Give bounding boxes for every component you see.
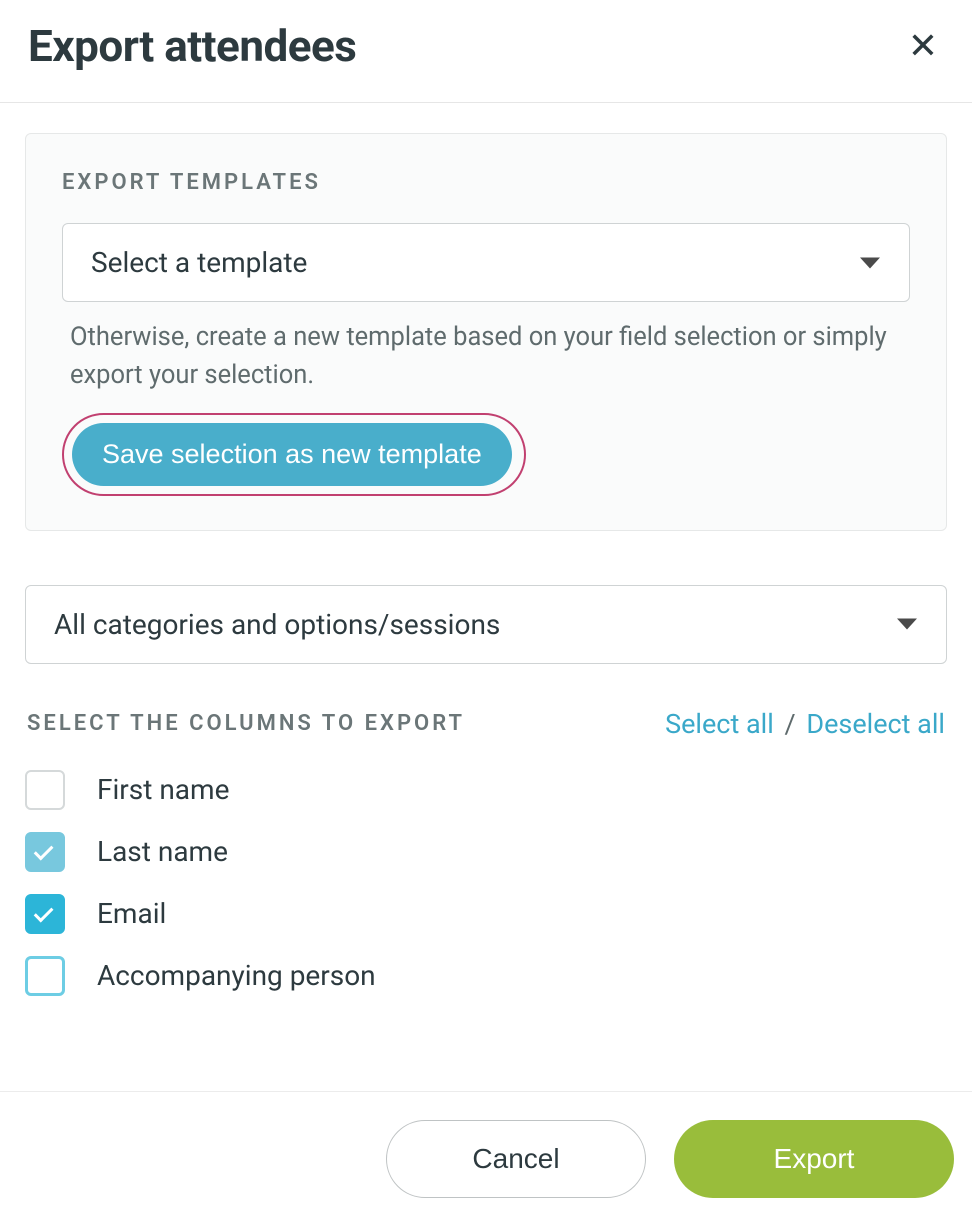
template-select[interactable]: Select a template: [62, 223, 910, 302]
checkbox-label: Last name: [97, 835, 228, 868]
select-actions: Select all / Deselect all: [665, 708, 945, 740]
checkbox-last-name[interactable]: [25, 832, 65, 872]
save-template-button[interactable]: Save selection as new template: [72, 423, 512, 486]
export-templates-heading: EXPORT TEMPLATES: [62, 170, 910, 195]
category-select[interactable]: All categories and options/sessions: [25, 585, 947, 664]
column-option-last-name: Last name: [25, 832, 947, 872]
template-helper-text: Otherwise, create a new template based o…: [70, 318, 910, 395]
cancel-button[interactable]: Cancel: [386, 1120, 646, 1198]
checkbox-label: Accompanying person: [97, 959, 376, 992]
caret-down-icon: [860, 257, 880, 268]
checkbox-label: First name: [97, 773, 229, 806]
export-button[interactable]: Export: [674, 1120, 954, 1198]
category-select-value: All categories and options/sessions: [54, 608, 500, 641]
checkbox-email[interactable]: [25, 894, 65, 934]
checkbox-label: Email: [97, 897, 166, 930]
column-option-email: Email: [25, 894, 947, 934]
column-option-accompanying-person: Accompanying person: [25, 956, 947, 996]
close-button[interactable]: ✕: [902, 28, 944, 64]
modal-footer: Cancel Export: [0, 1091, 972, 1216]
modal-title: Export attendees: [28, 20, 356, 72]
close-icon: ✕: [908, 25, 938, 66]
checkmark-icon: [34, 902, 54, 922]
caret-down-icon: [897, 619, 917, 630]
deselect-all-link[interactable]: Deselect all: [806, 708, 945, 740]
export-templates-panel: EXPORT TEMPLATES Select a template Other…: [25, 133, 947, 531]
checkbox-accompanying-person[interactable]: [25, 956, 65, 996]
columns-checkbox-list: First name Last name Email Accompanying …: [25, 770, 947, 996]
checkmark-icon: [34, 840, 54, 860]
column-option-first-name: First name: [25, 770, 947, 810]
checkbox-first-name[interactable]: [25, 770, 65, 810]
action-separator: /: [785, 708, 796, 740]
template-select-value: Select a template: [91, 246, 307, 279]
columns-heading: SELECT THE COLUMNS TO EXPORT: [27, 711, 465, 736]
select-all-link[interactable]: Select all: [665, 708, 774, 740]
save-template-highlight: Save selection as new template: [62, 413, 526, 496]
